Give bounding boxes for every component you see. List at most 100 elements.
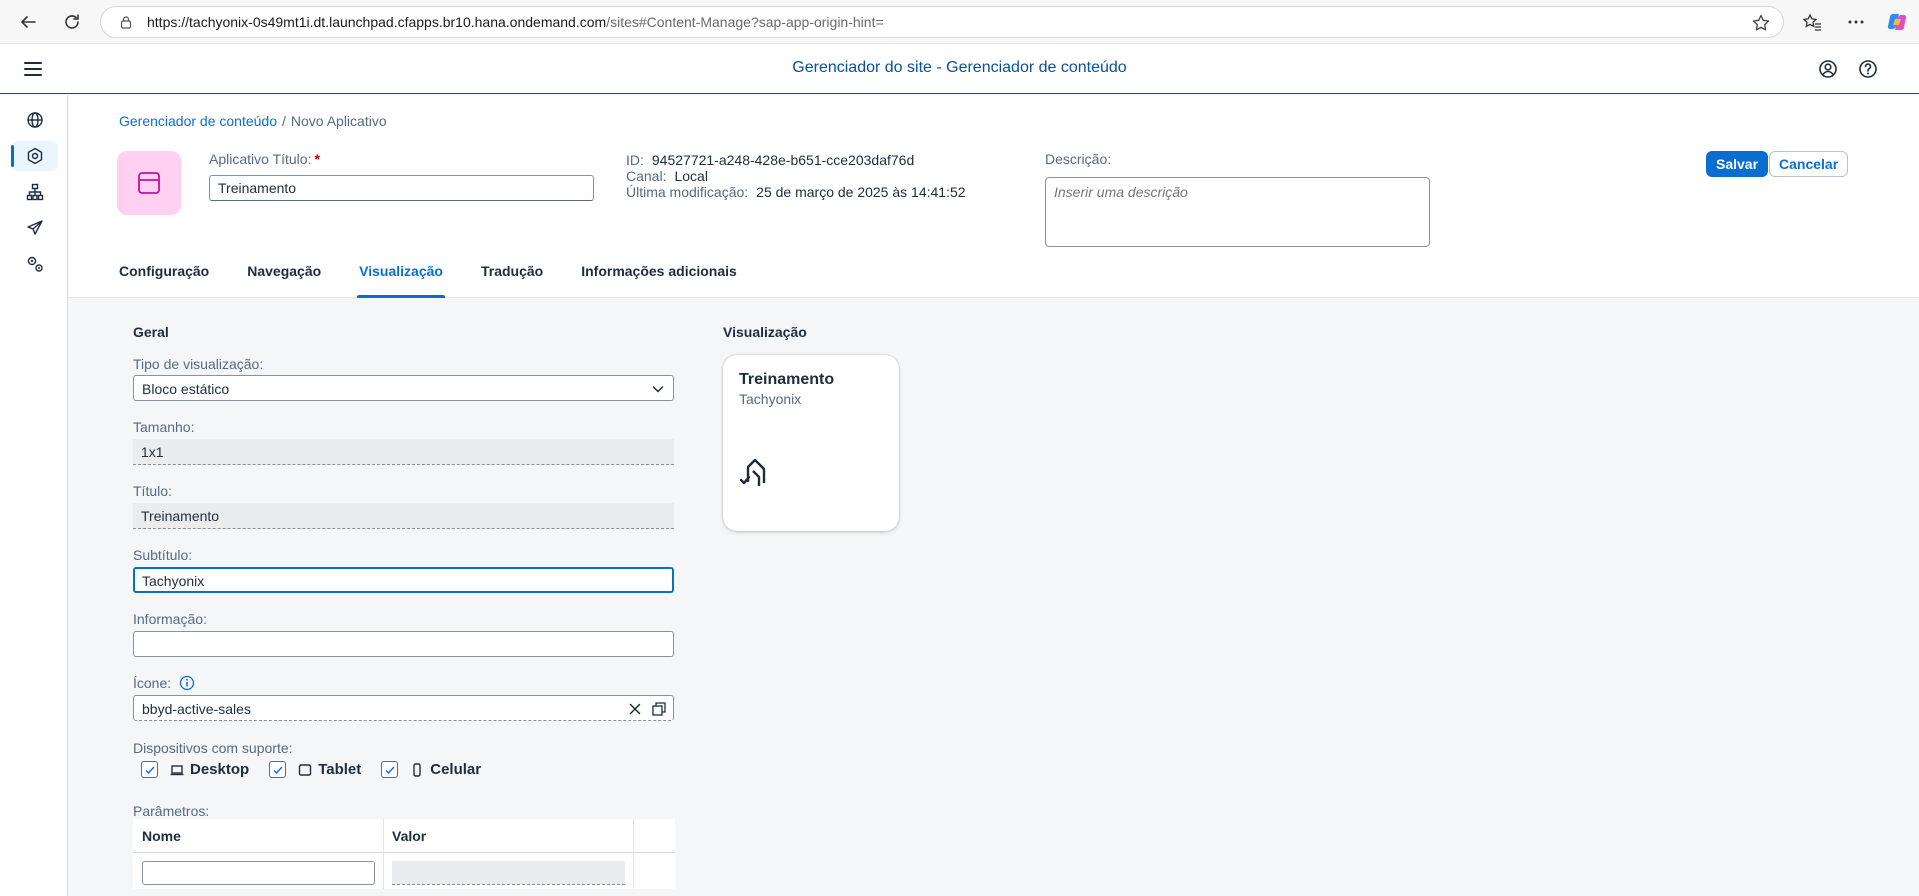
device-desktop[interactable]: Desktop (141, 761, 249, 778)
checkmark-icon (385, 766, 395, 774)
rail-item-send[interactable] (12, 213, 58, 243)
title-value: Treinamento (141, 508, 220, 524)
preview-section-title: Visualização (723, 324, 807, 340)
tab-translation[interactable]: Tradução (481, 263, 543, 298)
subtitle-input[interactable]: Tachyonix (133, 567, 674, 593)
meta-channel: Canal: Local (626, 168, 966, 184)
chevron-down-icon (652, 386, 664, 393)
checkmark-icon (145, 766, 155, 774)
title-label: Título: (133, 483, 172, 499)
info-label: Informação: (133, 611, 207, 627)
hierarchy-icon (26, 183, 44, 201)
meta-id-key: ID: (626, 152, 644, 168)
device-phone[interactable]: Celular (381, 761, 481, 778)
description-block: Descrição: (1045, 151, 1430, 250)
meta-modified-value: 25 de março de 2025 às 14:41:52 (756, 184, 966, 200)
required-marker: * (314, 151, 320, 167)
phone-label: Celular (430, 761, 482, 778)
meta-modified: Última modificação: 25 de março de 2025 à… (626, 184, 966, 200)
paper-plane-icon (27, 220, 43, 235)
save-button[interactable]: Salvar (1706, 151, 1769, 177)
favorite-star-icon[interactable] (1751, 13, 1771, 33)
tab-configuration[interactable]: Configuração (119, 263, 209, 298)
viz-type-label: Tipo de visualização: (133, 356, 264, 372)
address-bar[interactable]: https://tachyonix-0s49mt1i.dt.launchpad.… (100, 6, 1784, 38)
breadcrumb-separator: / (282, 113, 286, 129)
column-divider (383, 819, 384, 889)
icon-value: bbyd-active-sales (142, 701, 251, 717)
parameters-table-header: Nome Valor (133, 819, 675, 853)
url-host: https://tachyonix-0s49mt1i.dt.launchpad.… (147, 14, 607, 30)
app-title-block: Aplicativo Título: * (209, 151, 594, 201)
rail-item-settings[interactable] (12, 249, 58, 279)
parameters-table: Nome Valor (133, 819, 675, 889)
param-value-field (392, 861, 625, 885)
tab-navigation[interactable]: Navegação (247, 263, 321, 298)
favorites-icon[interactable] (1800, 10, 1824, 34)
devices-label: Dispositivos com suporte: (133, 740, 293, 756)
icon-label: Ícone: (133, 675, 172, 691)
phone-checkbox[interactable] (381, 761, 399, 778)
settings-gears-icon (27, 256, 43, 272)
size-label: Tamanho: (133, 419, 195, 435)
rail-item-content-manager[interactable] (11, 141, 58, 171)
meta-id: ID: 94527721-a248-428e-b651-cce203daf76d (626, 152, 966, 168)
checkmark-icon (273, 766, 283, 774)
column-divider (633, 819, 634, 889)
info-input[interactable] (133, 631, 674, 657)
viz-type-select[interactable]: Bloco estático (133, 375, 674, 401)
reload-icon[interactable] (60, 10, 84, 34)
device-tablet[interactable]: Tablet (269, 761, 361, 778)
lock-icon (120, 16, 132, 29)
help-icon[interactable] (1856, 57, 1880, 81)
app-metadata: ID: 94527721-a248-428e-b651-cce203daf76d … (626, 152, 966, 200)
content-cube-icon (27, 147, 43, 165)
laptop-icon (170, 764, 184, 775)
object-header: Gerenciador de conteúdo / Novo Aplicativo … (69, 95, 1919, 298)
column-value: Valor (392, 828, 427, 844)
desktop-label: Desktop (190, 761, 250, 778)
user-profile-icon[interactable] (1816, 57, 1840, 81)
description-textarea[interactable] (1045, 177, 1430, 247)
devices-checkbox-group: Desktop Tablet Celular (141, 761, 501, 778)
tab-visualization[interactable]: Visualização (357, 263, 445, 298)
desktop-checkbox[interactable] (141, 761, 158, 778)
rail-item-sites[interactable] (12, 105, 58, 135)
breadcrumb-current: Novo Aplicativo (290, 113, 387, 129)
subtitle-value: Tachyonix (142, 573, 205, 589)
description-label: Descrição: (1045, 151, 1112, 167)
value-help-icon[interactable] (651, 701, 667, 717)
app-title-input[interactable] (209, 175, 594, 201)
meta-modified-key: Última modificação: (626, 184, 749, 200)
meta-id-value: 94527721-a248-428e-b651-cce203daf76d (651, 152, 915, 168)
icon-input[interactable]: bbyd-active-sales (133, 695, 674, 721)
app-window-icon (138, 172, 160, 194)
meta-channel-value: Local (674, 168, 708, 184)
rail-item-hierarchy[interactable] (12, 177, 58, 207)
copilot-icon[interactable] (1885, 10, 1909, 34)
meta-channel-key: Canal: (626, 168, 667, 184)
size-field: 1x1 (133, 439, 674, 465)
info-icon[interactable] (179, 675, 195, 691)
params-label: Parâmetros: (133, 803, 210, 819)
app-title-label-text: Aplicativo Título: (209, 151, 312, 167)
side-navigation (0, 95, 68, 896)
app-title-label: Aplicativo Título: * (209, 151, 594, 167)
app-avatar (117, 151, 181, 215)
cancel-button[interactable]: Cancelar (1769, 151, 1849, 177)
preview-tile[interactable]: Treinamento Tachyonix (723, 355, 899, 531)
tab-additional-info[interactable]: Informações adicionais (581, 263, 737, 298)
size-value: 1x1 (141, 444, 164, 460)
more-options-icon[interactable] (1844, 10, 1868, 34)
icon-label-row: Ícone: (133, 675, 195, 691)
globe-icon (27, 112, 43, 128)
breadcrumb-link-content-manager[interactable]: Gerenciador de conteúdo (119, 113, 277, 129)
title-field: Treinamento (133, 503, 674, 529)
bbyd-active-sales-icon (739, 458, 766, 486)
viz-type-value: Bloco estático (142, 381, 230, 397)
tablet-checkbox[interactable] (269, 761, 287, 778)
clear-icon[interactable] (627, 701, 643, 717)
visualization-content: Geral Tipo de visualização: Bloco estáti… (69, 299, 1919, 896)
param-name-input[interactable] (142, 861, 375, 885)
back-icon[interactable] (16, 10, 40, 34)
